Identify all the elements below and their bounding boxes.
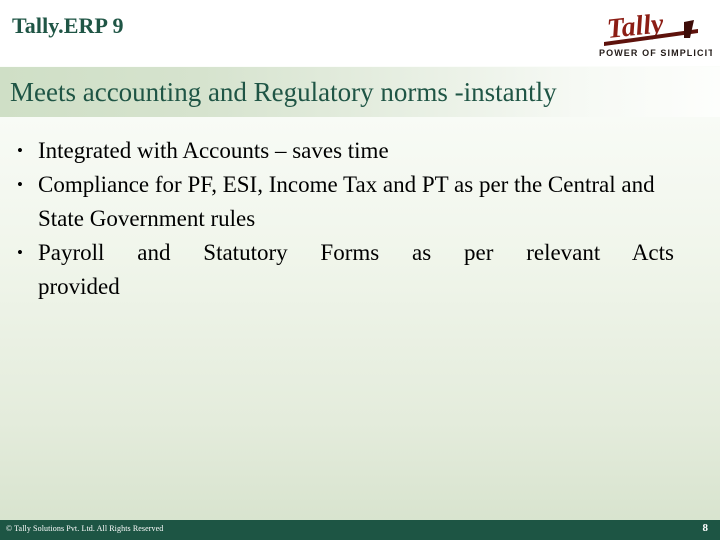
page-title: Tally.ERP 9 <box>12 13 124 38</box>
bullet-dot-icon: • <box>17 175 23 194</box>
bullet-dot-icon: • <box>17 243 23 262</box>
tally-logo-svg: Tally POWER OF SIMPLICITY <box>599 8 712 58</box>
list-item-text-line: provided <box>38 274 120 299</box>
list-item-text: Compliance for PF, ESI, Income Tax and P… <box>38 172 655 231</box>
list-item: • Integrated with Accounts – saves time <box>14 134 674 168</box>
list-item-text: Integrated with Accounts – saves time <box>38 138 389 163</box>
tally-tail-accent <box>684 20 694 38</box>
list-item-text-line: Payroll and Statutory Forms as per relev… <box>38 240 674 265</box>
slide-footer: © Tally Solutions Pvt. Ltd. All Rights R… <box>0 520 720 540</box>
tally-wordmark-group: Tally <box>604 8 698 46</box>
copyright-text: © Tally Solutions Pvt. Ltd. All Rights R… <box>6 524 164 533</box>
list-item-text: Payroll and Statutory Forms as per relev… <box>38 236 674 304</box>
bullet-list: • Integrated with Accounts – saves time … <box>14 134 674 304</box>
list-item: • Compliance for PF, ESI, Income Tax and… <box>14 168 674 236</box>
heading-band: Meets accounting and Regulatory norms -i… <box>0 67 720 117</box>
slide-header: Tally.ERP 9 Tally POWER OF SIMPLICITY <box>0 0 720 66</box>
page-number: 8 <box>702 522 709 534</box>
tally-tagline-text: POWER OF SIMPLICITY <box>599 48 712 58</box>
list-item: • Payroll and Statutory Forms as per rel… <box>14 236 674 304</box>
slide-canvas: Tally.ERP 9 Tally POWER OF SIMPLICITY Me… <box>0 0 720 540</box>
tally-logo: Tally POWER OF SIMPLICITY <box>598 8 712 60</box>
slide-heading: Meets accounting and Regulatory norms -i… <box>10 77 557 107</box>
bullet-dot-icon: • <box>17 141 23 160</box>
